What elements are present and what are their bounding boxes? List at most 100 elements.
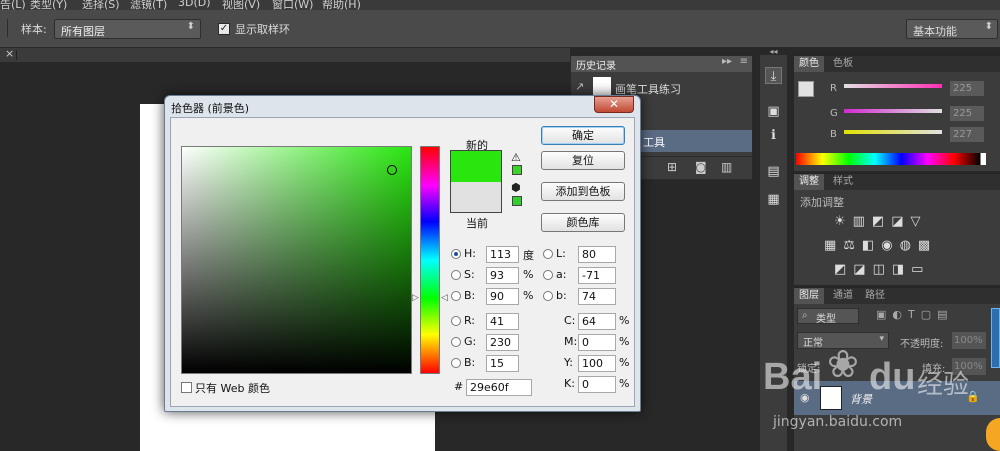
- h-radio[interactable]: [451, 249, 461, 259]
- panel-menu-icon[interactable]: ≡: [740, 56, 748, 67]
- properties-icon[interactable]: ▤: [765, 163, 782, 180]
- current-color-swatch[interactable]: [450, 182, 502, 213]
- r-value[interactable]: 225: [950, 81, 984, 96]
- color-libraries-button[interactable]: 颜色库: [541, 213, 625, 232]
- eye-icon[interactable]: ◉: [800, 391, 810, 404]
- adjustment-icons-row-1[interactable]: ☀▥◩◪▽: [834, 214, 974, 229]
- a-field[interactable]: -71: [578, 267, 616, 284]
- a-radio[interactable]: [543, 270, 553, 280]
- blend-mode-select[interactable]: 正常 ▾: [797, 332, 889, 349]
- tab-channels[interactable]: 通道: [828, 288, 858, 304]
- document-tab-bar: ×: [0, 47, 570, 62]
- b-value[interactable]: 227: [950, 127, 984, 142]
- a-label: a:: [556, 268, 567, 281]
- m-field[interactable]: 0: [578, 334, 616, 351]
- tab-styles[interactable]: 样式: [828, 174, 858, 190]
- s-radio[interactable]: [451, 270, 461, 280]
- new-color-swatch: [450, 150, 502, 182]
- tab-paths[interactable]: 路径: [860, 288, 890, 304]
- k-field[interactable]: 0: [578, 376, 616, 393]
- web-safe-cube-icon[interactable]: ⬢: [511, 181, 521, 194]
- foreground-color-swatch[interactable]: [798, 81, 814, 97]
- workspace-select[interactable]: 基本功能 ⬍: [906, 19, 998, 39]
- b-rgb-radio[interactable]: [451, 358, 461, 368]
- tab-adjustments[interactable]: 调整: [794, 174, 824, 190]
- strip-collapse-icon[interactable]: ◂◂: [760, 47, 787, 56]
- y-label: Y:: [564, 356, 573, 369]
- ok-button[interactable]: 确定: [541, 126, 625, 145]
- show-ring-checkbox[interactable]: ✓: [218, 23, 230, 35]
- hex-field[interactable]: 29e60f: [466, 379, 532, 396]
- g-slider[interactable]: [844, 109, 942, 113]
- g-label: G: [830, 108, 838, 119]
- fill-field[interactable]: 100%: [952, 358, 986, 375]
- new-document-icon[interactable]: ⊞: [667, 160, 677, 174]
- color-field[interactable]: [181, 146, 412, 374]
- b-unit: %: [523, 289, 534, 302]
- options-bar: 样本: 所有图层 ⬍ ✓ 显示取样环 基本功能 ⬍: [0, 10, 1000, 48]
- color-selector-ring[interactable]: [387, 165, 397, 175]
- adjustment-icons-row-2[interactable]: ▦⚖◧◉◍▩: [824, 238, 984, 253]
- chevron-down-icon: ▾: [879, 334, 884, 344]
- collapse-icon[interactable]: ▸▸: [722, 56, 732, 67]
- r-slider[interactable]: [844, 84, 942, 88]
- tab-color[interactable]: 颜色: [794, 56, 824, 72]
- s-field[interactable]: 93: [486, 267, 519, 284]
- menu-item-layer[interactable]: 告(L): [0, 0, 26, 10]
- tab-swatches[interactable]: 色板: [828, 56, 858, 72]
- b-slider[interactable]: [844, 130, 942, 134]
- tab-layers[interactable]: 图层: [794, 288, 824, 304]
- sample-select[interactable]: 所有图层 ⬍: [54, 19, 201, 39]
- close-doc-icon[interactable]: ×: [5, 47, 14, 60]
- menu-item-select[interactable]: 选择(S): [82, 0, 120, 10]
- adjustment-icons-row-3[interactable]: ◩◪◫◨▭: [834, 262, 974, 277]
- b-field[interactable]: 90: [486, 288, 519, 305]
- dialog-title: 拾色器 (前景色): [171, 102, 250, 115]
- notes-icon[interactable]: ▦: [765, 191, 782, 208]
- y-field[interactable]: 100: [578, 355, 616, 372]
- menu-bar: 告(L) 类型(Y) 选择(S) 滤镜(T) 3D(D) 视图(V) 窗口(W)…: [0, 0, 1000, 10]
- r-radio[interactable]: [451, 316, 461, 326]
- g-field[interactable]: 230: [486, 334, 519, 351]
- color-spectrum-ramp[interactable]: [796, 153, 986, 165]
- history-panel-icon[interactable]: ⤓: [765, 67, 782, 84]
- lab-b-radio[interactable]: [543, 291, 553, 301]
- layer-filter-select[interactable]: ⌕ 类型: [797, 308, 859, 325]
- r-field[interactable]: 41: [486, 313, 519, 330]
- layers-panel-header: [794, 288, 1000, 304]
- trash-icon[interactable]: ▥: [721, 160, 732, 174]
- brush-presets-icon[interactable]: ▣: [765, 103, 782, 120]
- g-radio[interactable]: [451, 337, 461, 347]
- menu-item-type[interactable]: 类型(Y): [30, 0, 67, 10]
- layer-filter-icons[interactable]: ▣◐T▢▤: [876, 308, 954, 321]
- websafe-color-chip[interactable]: [512, 196, 522, 206]
- reset-button[interactable]: 复位: [541, 151, 625, 170]
- out-of-gamut-warning-icon[interactable]: ⚠: [511, 151, 521, 164]
- menu-item-3d[interactable]: 3D(D): [178, 0, 211, 9]
- l-radio[interactable]: [543, 249, 553, 259]
- b-rgb-field[interactable]: 15: [486, 355, 519, 372]
- lab-b-field[interactable]: 74: [578, 288, 616, 305]
- c-field[interactable]: 64: [578, 313, 616, 330]
- hue-pointer-right-icon[interactable]: ◁: [441, 293, 448, 303]
- web-only-checkbox[interactable]: [181, 382, 192, 393]
- b-radio[interactable]: [451, 291, 461, 301]
- close-icon[interactable]: ✕: [594, 96, 634, 113]
- h-field[interactable]: 113: [486, 246, 519, 263]
- hue-slider[interactable]: [420, 146, 440, 374]
- menu-item-view[interactable]: 视图(V): [222, 0, 260, 10]
- snapshot-camera-icon[interactable]: ◙: [695, 160, 707, 174]
- g-value[interactable]: 225: [950, 106, 984, 121]
- menu-item-window[interactable]: 窗口(W): [272, 0, 313, 10]
- layer-row-background[interactable]: ◉ 背景 🔒: [794, 381, 1000, 415]
- gamut-color-chip[interactable]: [512, 165, 522, 175]
- hue-pointer-left-icon[interactable]: ▷: [412, 293, 419, 303]
- info-icon[interactable]: ℹ: [765, 127, 782, 144]
- opacity-field[interactable]: 100%: [952, 332, 986, 349]
- history-title[interactable]: 历史记录: [576, 57, 616, 72]
- menu-item-filter[interactable]: 滤镜(T): [130, 0, 167, 10]
- menu-item-help[interactable]: 帮助(H): [322, 0, 361, 10]
- l-field[interactable]: 80: [578, 246, 616, 263]
- s-unit: %: [523, 268, 534, 281]
- add-to-swatches-button[interactable]: 添加到色板: [541, 182, 625, 201]
